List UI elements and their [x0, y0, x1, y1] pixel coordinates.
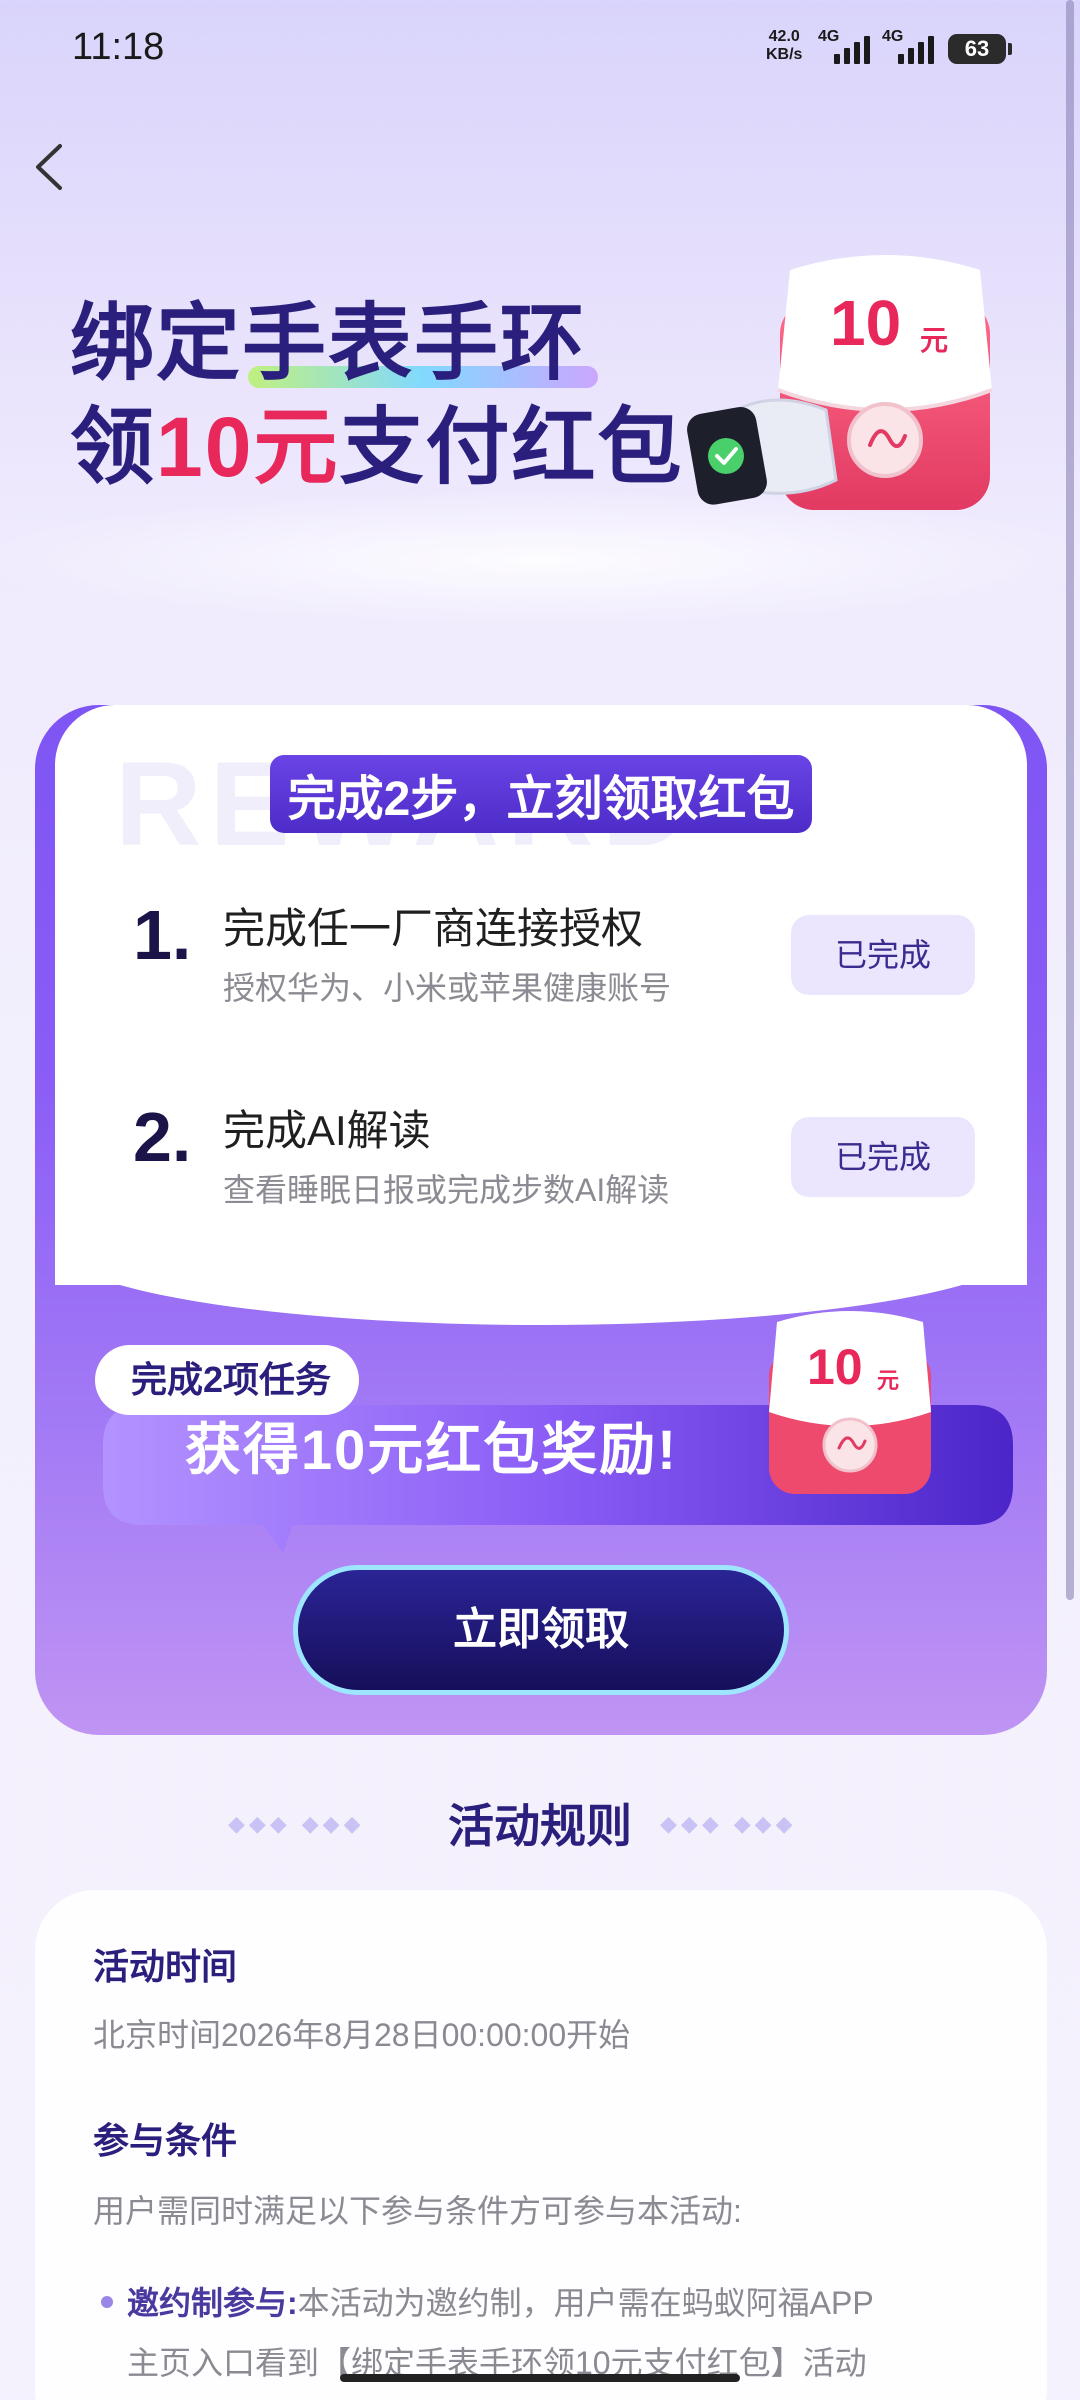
step-title: 完成AI解读: [223, 1107, 431, 1154]
gift-amount: 10: [807, 1339, 863, 1395]
rule-heading: 活动时间: [93, 1938, 237, 1990]
hero-banner: 绑定手表手环 领10元支付红包 10 元: [0, 190, 1080, 640]
hero-title-prefix: 领: [70, 400, 157, 494]
scrollbar[interactable]: [1066, 0, 1074, 1600]
gift-amount: 10: [830, 287, 901, 359]
step-number: 2.: [133, 1098, 192, 1176]
gift-unit: 元: [877, 1368, 899, 1393]
hero-title-line2: 领10元支付红包: [70, 380, 683, 501]
home-indicator[interactable]: [340, 2374, 740, 2382]
back-button[interactable]: [30, 140, 70, 194]
signal-icon: 4G: [818, 28, 880, 68]
rule-text: 用户需同时满足以下参与条件方可参与本活动:: [93, 2193, 742, 2229]
bullet-icon: [101, 2296, 113, 2308]
step-status-button[interactable]: 已完成: [791, 915, 975, 995]
rule-heading-text: 参与条件: [93, 2120, 238, 2161]
claim-button[interactable]: 立即领取: [293, 1565, 789, 1695]
step-number: 1.: [133, 896, 192, 974]
hero-title-amount: 10元: [156, 400, 340, 494]
signal-icon: 4G: [882, 28, 944, 68]
network-speed: 42.0 KB/s: [766, 28, 802, 64]
rule-heading-text: 活动时间: [93, 1946, 238, 1987]
task-step: 1. 完成任一厂商连接授权 授权华为、小米或苹果健康账号 已完成: [35, 865, 1047, 1025]
step-title: 完成任一厂商连接授权: [223, 905, 644, 952]
battery-icon: 63: [948, 34, 1012, 64]
rule-heading: 参与条件: [93, 2112, 237, 2164]
smartwatch-icon: [687, 398, 838, 505]
rule-bullet-text: 本活动为邀约制，用户需在蚂蚁阿福APP: [297, 2285, 874, 2321]
rule-text: 北京时间2026年8月28日00:00:00开始: [93, 2017, 631, 2053]
red-envelope-icon: 10 元: [769, 1311, 931, 1494]
rule-bullet: 邀约制参与:本活动为邀约制，用户需在蚂蚁阿福APP: [127, 2278, 874, 2324]
step-subtitle: 授权华为、小米或苹果健康账号: [223, 970, 672, 1006]
rules-heading: 活动规则: [448, 1800, 632, 1852]
network-speed-unit: KB/s: [766, 46, 803, 63]
reward-text: 获得10元红包奖励!: [185, 1418, 678, 1481]
task-card: REWARD 完成2步，立刻领取红包 1. 完成任一厂商连接授权 授权华为、小米…: [35, 705, 1047, 1735]
network-speed-value: 42.0: [768, 28, 800, 45]
rules-heading-row: ◆◆◆ ◆◆◆ 活动规则 ◆◆◆ ◆◆◆: [0, 1790, 1080, 1860]
step-status-button[interactable]: 已完成: [791, 1117, 975, 1197]
chevron-left-icon: [36, 144, 62, 190]
gift-unit: 元: [920, 325, 948, 356]
step-subtitle: 查看睡眠日报或完成步数AI解读: [223, 1172, 670, 1208]
hero-title-line1: 绑定手表手环: [70, 296, 587, 390]
decoration-diamonds: ◆◆◆ ◆◆◆: [660, 1812, 797, 1837]
decoration-diamonds: ◆◆◆ ◆◆◆: [228, 1812, 365, 1837]
rules-card: 活动时间 北京时间2026年8月28日00:00:00开始 参与条件 用户需同时…: [35, 1890, 1047, 2400]
task-card-title: 完成2步，立刻领取红包: [269, 755, 813, 833]
status-time: 11:18: [72, 26, 165, 68]
hero-title-suffix: 支付红包: [339, 400, 684, 494]
status-bar: 11:18 42.0 KB/s 4G 4G 63: [0, 0, 1080, 100]
rule-bullet-label: 邀约制参与:: [127, 2285, 298, 2321]
task-step: 2. 完成AI解读 查看睡眠日报或完成步数AI解读 已完成: [35, 1067, 1047, 1227]
